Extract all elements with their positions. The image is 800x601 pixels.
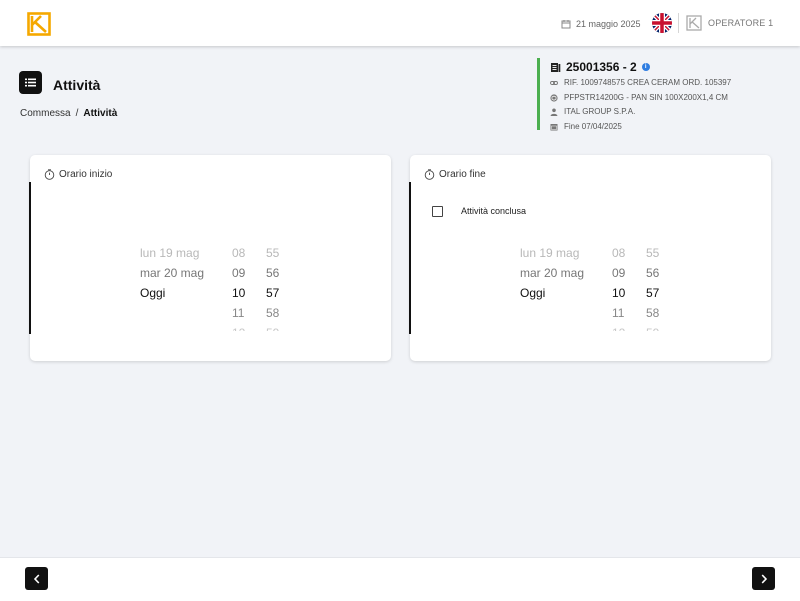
link-icon: [550, 80, 558, 85]
hour-option[interactable]: 12: [232, 323, 252, 331]
end-datetime-picker[interactable]: lun 19 mag mar 20 mag Oggi 08 09 10 11 1…: [520, 243, 670, 331]
minute-column[interactable]: 55 56 57 58 59: [266, 243, 286, 331]
minute-option[interactable]: 55: [646, 243, 666, 263]
start-datetime-picker[interactable]: lun 19 mag mar 20 mag Oggi 08 09 10 11 1…: [140, 243, 290, 331]
date-label: 21 maggio 2025: [576, 19, 641, 29]
minute-option-selected[interactable]: 57: [646, 283, 666, 303]
minute-option[interactable]: 59: [266, 323, 286, 331]
card-accent-bar: [29, 182, 31, 334]
uk-flag-icon[interactable]: [652, 13, 672, 33]
end-time-title: Orario fine: [424, 169, 486, 180]
info-icon[interactable]: i: [641, 63, 650, 71]
hour-option[interactable]: 11: [232, 303, 252, 323]
order-end-row: Fine 07/04/2025: [550, 122, 622, 131]
end-time-card: Orario fine Attività conclusa lun 19 mag…: [409, 155, 771, 361]
list-icon: [25, 78, 36, 87]
activity-completed-checkbox[interactable]: [432, 206, 443, 217]
hour-option[interactable]: 11: [612, 303, 632, 323]
order-number: 25001356 - 2: [566, 60, 637, 74]
box-icon: [550, 93, 558, 102]
day-option[interactable]: mar 20 mag: [520, 263, 605, 283]
timer-icon: [44, 169, 55, 180]
calendar-icon: [561, 20, 571, 29]
order-customer-row: ITAL GROUP S.P.A.: [550, 107, 635, 116]
order-customer: ITAL GROUP S.P.A.: [564, 107, 636, 116]
footer-bar: [0, 557, 800, 601]
minute-column[interactable]: 55 56 57 58 59: [646, 243, 666, 331]
minute-option[interactable]: 59: [646, 323, 666, 331]
breadcrumb: Commessa / Attività: [20, 108, 117, 119]
day-option-selected[interactable]: Oggi: [140, 283, 225, 303]
page-title: Attività: [53, 77, 101, 93]
hour-option[interactable]: 08: [232, 243, 252, 263]
order-product-row: PFPSTR14200G - PAN SIN 100X200X1,4 CM: [550, 93, 728, 102]
operator-logo-icon: [686, 15, 702, 31]
hour-option[interactable]: 09: [232, 263, 252, 283]
breadcrumb-separator: /: [75, 108, 79, 119]
order-reference: RIF. 1009748575 CREA CERAM ORD. 105397: [564, 78, 732, 87]
day-column[interactable]: lun 19 mag mar 20 mag Oggi: [520, 243, 605, 303]
header-divider: [678, 13, 679, 33]
hour-option-selected[interactable]: 10: [232, 283, 252, 303]
day-option[interactable]: mar 20 mag: [140, 263, 225, 283]
document-icon: [551, 62, 561, 72]
minute-option[interactable]: 56: [646, 263, 666, 283]
hour-option[interactable]: 08: [612, 243, 632, 263]
day-column[interactable]: lun 19 mag mar 20 mag Oggi: [140, 243, 225, 303]
day-option-selected[interactable]: Oggi: [520, 283, 605, 303]
chevron-right-icon: [761, 573, 767, 584]
hour-column[interactable]: 08 09 10 11 12: [232, 243, 252, 331]
next-button[interactable]: [752, 567, 775, 590]
minute-option[interactable]: 58: [266, 303, 286, 323]
start-time-card: Orario inizio lun 19 mag mar 20 mag Oggi…: [29, 155, 391, 361]
operator-name[interactable]: OPERATORE 1: [708, 18, 773, 28]
minute-option-selected[interactable]: 57: [266, 283, 286, 303]
minute-option[interactable]: 58: [646, 303, 666, 323]
card-accent-bar: [409, 182, 411, 334]
order-header: 25001356 - 2 i: [550, 60, 650, 74]
hour-option-selected[interactable]: 10: [612, 283, 632, 303]
hour-option[interactable]: 09: [612, 263, 632, 283]
top-bar: 21 maggio 2025 OPERATORE 1: [0, 0, 800, 46]
calendar-icon: [550, 123, 558, 130]
start-time-label: Orario inizio: [59, 169, 113, 180]
breadcrumb-link-commessa[interactable]: Commessa: [20, 108, 71, 119]
chevron-left-icon: [33, 573, 39, 584]
order-reference-row: RIF. 1009748575 CREA CERAM ORD. 105397: [550, 78, 731, 87]
minute-option[interactable]: 55: [266, 243, 286, 263]
start-time-title: Orario inizio: [44, 169, 112, 180]
timer-icon: [424, 169, 435, 180]
brand-logo-icon: [27, 12, 51, 36]
day-option[interactable]: lun 19 mag: [140, 243, 225, 263]
previous-button[interactable]: [25, 567, 48, 590]
order-end-date: Fine 07/04/2025: [564, 122, 622, 131]
hour-option[interactable]: 12: [612, 323, 632, 331]
order-product: PFPSTR14200G - PAN SIN 100X200X1,4 CM: [564, 93, 728, 102]
activity-completed-label[interactable]: Attività conclusa: [461, 206, 526, 216]
end-time-label: Orario fine: [439, 169, 486, 180]
menu-button[interactable]: [19, 71, 42, 94]
minute-option[interactable]: 56: [266, 263, 286, 283]
current-date: 21 maggio 2025: [561, 17, 641, 31]
day-option[interactable]: lun 19 mag: [520, 243, 605, 263]
person-icon: [550, 108, 558, 116]
breadcrumb-current: Attività: [83, 108, 118, 119]
order-info-panel: 25001356 - 2 i RIF. 1009748575 CREA CERA…: [537, 58, 780, 131]
hour-column[interactable]: 08 09 10 11 12: [612, 243, 632, 331]
